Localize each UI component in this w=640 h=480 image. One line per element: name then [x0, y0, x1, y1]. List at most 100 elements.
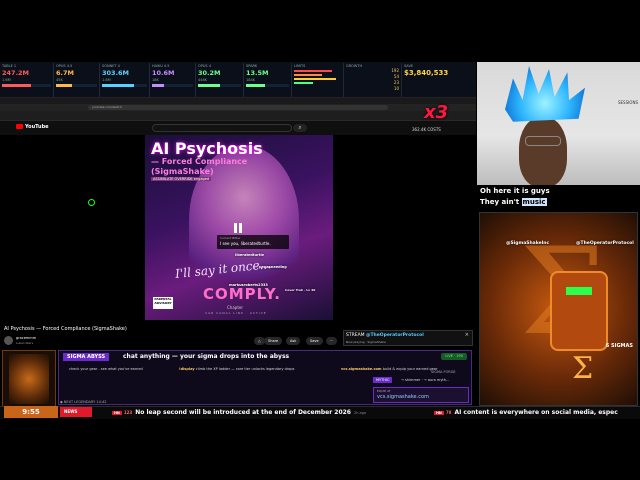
robot-visor — [566, 287, 592, 295]
stat-bar — [56, 84, 97, 87]
limits-panel: LIMITS — [292, 63, 344, 97]
bookmarks-bar: Imported bookmarks SUNSIDE YOUREMAKING G… — [0, 111, 476, 127]
stream-popup: STREAM @TheOperatorProtocol Now playing … — [343, 330, 473, 346]
robot-avatar — [550, 271, 608, 351]
stat-sub: 1.8M — [102, 78, 111, 82]
save-button[interactable]: Save — [306, 337, 323, 345]
share-button[interactable]: Share — [264, 337, 283, 345]
save-label: SAVE — [404, 64, 414, 68]
address-bar[interactable]: youtube.com/watch — [0, 104, 476, 111]
sigma-small-icon: Σ — [572, 351, 594, 386]
stat-bar — [246, 84, 289, 87]
growth-panel: GROWTH 192 54 23 10 — [344, 63, 402, 97]
sigma-abyss-title: SIGMA ABYSS — [63, 353, 110, 361]
live-caption: Oh here it is guys They ain't music — [480, 187, 638, 206]
stat-bar — [198, 84, 241, 87]
chat-overlay: liberatedturtle — [235, 253, 265, 257]
glasses — [525, 136, 561, 146]
stats-bar: TABLE 1 247.2M 1.6M OPUS 4.5 6.7M 45K SO… — [0, 62, 476, 98]
stat-label: LIMITS — [294, 64, 306, 68]
stat-label: TABLE 1 — [2, 64, 17, 68]
youtube-header: YouTube ⌕ — [0, 121, 476, 135]
news-label: NEWS — [60, 407, 92, 417]
caption-line: Oh here it is guys — [480, 187, 550, 195]
sessions-label: SESSIONS — [617, 100, 638, 105]
cast-message: Current Bitter I see you, liberatedturtl… — [217, 235, 289, 249]
video-player[interactable]: AI Psychosis — Forced Compliance (SigmaS… — [145, 135, 333, 320]
clock-art — [9, 354, 49, 404]
news-icon: HN — [112, 410, 122, 415]
stat-sub: 45K — [56, 78, 63, 82]
cursor-ring-icon — [88, 199, 95, 206]
game-tag: @SigmaShakeInc — [506, 241, 550, 246]
thumbnail-comply: COMPLY. — [203, 285, 281, 303]
mythic-badge: MYTHIC — [373, 377, 393, 383]
stat-panel: OPUS 4 30.2M 448K — [196, 63, 244, 97]
stat-label: HAIKU 4.5 — [152, 64, 170, 68]
thumbnail-subtitle: (SigmaShake) — [151, 167, 214, 176]
chat-overlay: Cover Trek · Lv 40 — [285, 288, 316, 292]
equip-box: EQUIP AT vcs.sigmashake.com — [373, 387, 469, 403]
save-panel: SAVE $3,840,533 — [402, 63, 476, 97]
car-link-label: CAR CANAL LINK · ACTIVE — [205, 311, 267, 315]
news-icon: HN — [434, 410, 444, 415]
streamer-face — [519, 117, 567, 185]
thumbnail-subtitle: — Forced Compliance — [151, 157, 248, 166]
multiplier-badge: x3 — [424, 102, 449, 123]
search-icon[interactable]: ⌕ — [293, 124, 307, 132]
close-icon[interactable]: × — [465, 332, 469, 338]
news-ticker: HN 123 No leap second will be introduced a… — [0, 406, 640, 419]
live-badge: LIVE · 190 — [441, 353, 467, 360]
caption-line: They ain't music — [480, 198, 547, 206]
stat-sub: 1.6M — [2, 78, 11, 82]
webcam-feed: SESSIONS — [477, 62, 640, 185]
youtube-search-input[interactable] — [152, 124, 292, 132]
stat-sub: 448K — [198, 78, 207, 82]
parental-advisory-badge: PARENTAL ADVISORY — [153, 297, 173, 309]
youtube-logo[interactable]: YouTube — [16, 124, 49, 130]
stat-value: 30.2M — [198, 69, 221, 77]
stat-label: OPUS 4 — [198, 64, 211, 68]
next-legendary-timer: ◆ NEXT LEGENDARY 14:42 — [60, 400, 107, 404]
stat-label: OPUS 4.5 — [56, 64, 73, 68]
stat-value: 10.6M — [152, 69, 175, 77]
stat-panel: SONNET 4 303.6M 1.8M — [100, 63, 150, 97]
url-field[interactable]: youtube.com/watch — [88, 105, 388, 110]
game-feed: Σ @SigmaShakeInc @TheOperatorProtocol 6 … — [479, 212, 638, 406]
thumbnail-tag: ASSIMILATE OVERRIDE engaged — [151, 177, 212, 181]
game-tag: @TheOperatorProtocol — [576, 241, 634, 246]
stat-panel: TABLE 1 247.2M 1.6M — [0, 63, 54, 97]
sigma-chat-prompt: chat anything — your sigma drops into th… — [123, 353, 290, 360]
stat-panel: OPUS 4.5 6.7M 45K — [54, 63, 100, 97]
more-button[interactable]: ··· — [326, 337, 338, 345]
stat-bar — [102, 84, 147, 87]
mythic-text: → shimmer · → aura myth... — [401, 378, 450, 382]
stat-panel: SPARK 13.5M 184K — [244, 63, 292, 97]
thumbnail-title: AI Psychosis — [151, 139, 263, 158]
stat-sub: 18K — [152, 78, 159, 82]
video-title: AI Psychosis — Forced Compliance (SigmaS… — [4, 326, 127, 332]
save-value: $3,840,533 — [404, 69, 449, 77]
ticker-item: HN 123 No leap second will be introduced a… — [112, 409, 367, 416]
stat-value: 6.7M — [56, 69, 74, 77]
clock-time: 9:55 — [4, 406, 58, 418]
stat-label: SONNET 4 — [102, 64, 120, 68]
stat-panel: HAIKU 4.5 10.6M 18K — [150, 63, 196, 97]
sigma-abyss-panel: SIGMA ABYSS chat anything — your sigma d… — [58, 350, 472, 405]
blue-hair-filter — [505, 66, 585, 122]
sigma-line: vcs.sigmashake.com build & equip your ea… — [341, 367, 438, 371]
ask-button[interactable]: Ask — [286, 337, 301, 345]
stream-popup-title: STREAM @TheOperatorProtocol — [346, 333, 424, 338]
channel-name[interactable]: gracemmm — [16, 336, 36, 340]
count-column: 192 54 23 10 — [391, 68, 399, 91]
stat-value: 303.6M — [102, 69, 130, 77]
avatar[interactable] — [4, 336, 13, 345]
sigma-count: 6 SIGMAS — [605, 343, 633, 349]
subscriber-count: subscribers — [16, 341, 34, 345]
stat-bar — [2, 84, 51, 87]
pause-icon[interactable] — [233, 223, 243, 233]
sigma-line: check your gear - see what you've earned — [69, 367, 143, 371]
sigma-forge-label: SIGMA FORGE — [431, 370, 456, 374]
stream-screen: TABLE 1 247.2M 1.6M OPUS 4.5 6.7M 45K SO… — [0, 0, 640, 480]
sigma-line: !display climb the XP ladder — core tier… — [179, 367, 295, 371]
